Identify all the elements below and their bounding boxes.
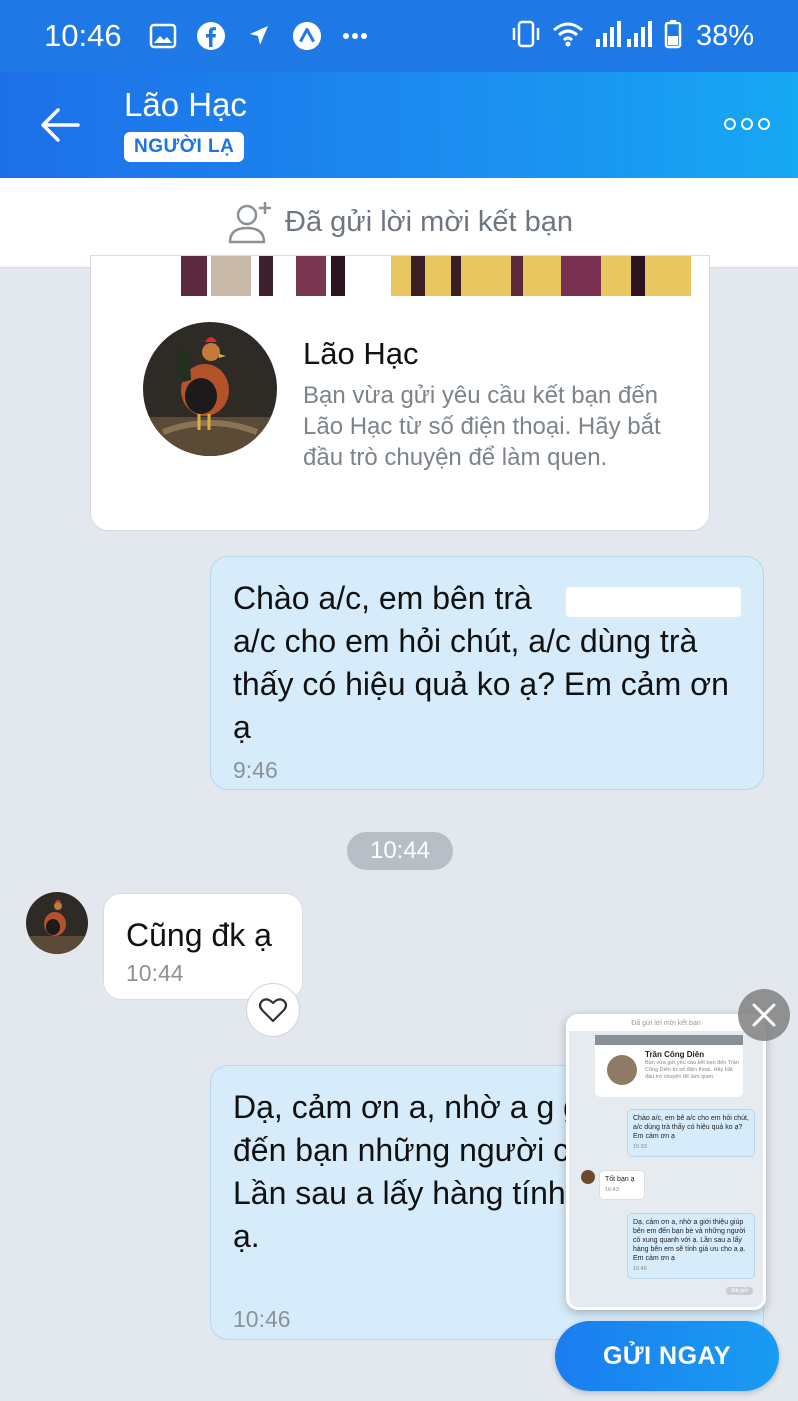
battery-icon (664, 19, 682, 54)
signal-icon (594, 19, 654, 54)
dot-icon (758, 118, 770, 130)
preview-sender-avatar (581, 1170, 595, 1184)
preview-avatar (607, 1055, 637, 1085)
status-bar: 10:46 38% (0, 0, 798, 72)
back-button[interactable] (36, 102, 86, 148)
cover-image (91, 256, 709, 296)
dot-icon (724, 118, 736, 130)
stranger-badge: NGƯỜI LẠ (124, 132, 245, 162)
message-time: 10:44 (126, 960, 184, 986)
sender-avatar[interactable] (26, 892, 88, 954)
contact-name[interactable]: Lão Hạc (124, 86, 247, 124)
send-now-button[interactable]: GỬI NGAY (555, 1321, 779, 1391)
preview-profile-description: Bạn vừa gửi yêu cầu kết bạn đến Trần Côn… (645, 1060, 739, 1080)
location-arrow-icon (244, 21, 274, 51)
screenshot-preview[interactable]: Đã gửi lời mời kết bạn Trần Công Diên Bạ… (566, 1014, 766, 1310)
profile-description: Bạn vừa gửi yêu cầu kết bạn đến Lão Hạc … (303, 382, 661, 471)
react-button[interactable] (246, 983, 300, 1037)
app-icon (292, 21, 322, 51)
arrow-left-icon (41, 108, 80, 142)
message-time: 10:46 (233, 1306, 291, 1332)
profile-card: Lão Hạc Bạn vừa gửi yêu cầu kết bạn đến … (90, 255, 710, 531)
rooster-avatar-icon (26, 892, 88, 954)
message-text: Cũng đk ạ (126, 917, 272, 953)
more-options-button[interactable] (724, 114, 770, 134)
time-divider: 10:44 (347, 832, 453, 870)
preview-message: Dạ, cảm ơn a, nhờ a giới thiệu giúp bên … (627, 1213, 755, 1279)
redacted-text (566, 587, 741, 617)
message-time: 9:46 (233, 757, 278, 783)
preview-message: Tốt bạn ạ 16:43 (599, 1170, 645, 1200)
friend-request-text: Đã gửi lời mời kết bạn (285, 206, 573, 238)
battery-percent: 38% (695, 19, 754, 52)
preview-profile-card: Trần Công Diên Bạn vừa gửi yêu cầu kết b… (595, 1035, 743, 1097)
message-bubble-outgoing[interactable]: Chào a/c, em bên trà a/c cho em hỏi chút,… (210, 556, 764, 790)
heart-icon (258, 998, 288, 1023)
preview-friend-request-text: Đã gửi lời mời kết bạn (569, 1017, 763, 1031)
rooster-avatar-icon (143, 322, 277, 456)
chat-header: Lão Hạc NGƯỜI LẠ (0, 72, 798, 178)
preview-message: Chào a/c, em bê a/c cho em hỏi chút, a/c… (627, 1109, 755, 1157)
more-notifications-icon (340, 21, 370, 51)
profile-name: Lão Hạc (303, 336, 419, 371)
preview-sent-badge: Đã gửi (726, 1287, 753, 1295)
gallery-icon (148, 21, 178, 51)
vibrate-icon (510, 19, 542, 54)
dot-icon (741, 118, 753, 130)
close-preview-button[interactable] (738, 989, 790, 1041)
preview-profile-name: Trần Công Diên (645, 1050, 705, 1059)
status-time: 10:46 (44, 18, 122, 53)
facebook-icon (196, 21, 226, 51)
wifi-icon (552, 21, 584, 52)
close-icon (752, 1003, 776, 1027)
avatar[interactable] (143, 322, 277, 456)
add-friend-icon (228, 201, 272, 243)
